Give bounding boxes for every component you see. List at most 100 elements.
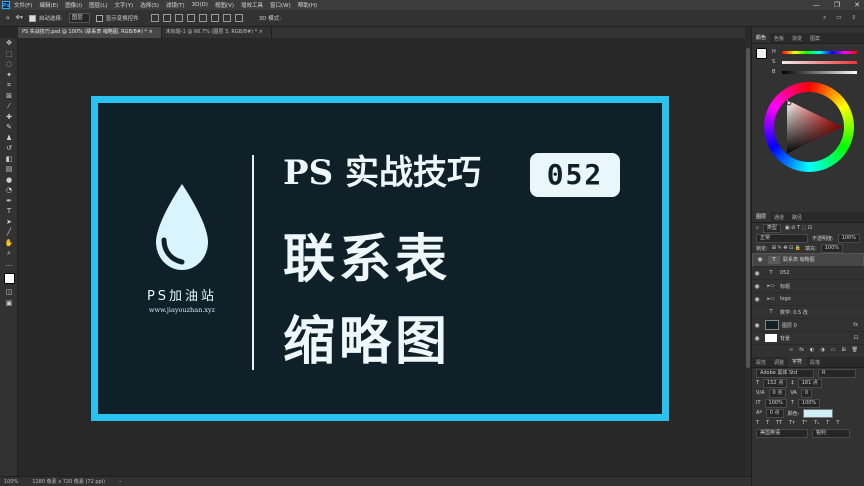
more-tools-icon[interactable]: … xyxy=(0,259,18,270)
restore-button[interactable]: ❐ xyxy=(834,1,840,9)
history-brush-tool-icon[interactable]: ↺ xyxy=(0,143,18,154)
small-caps-icon[interactable]: Tт xyxy=(789,420,795,426)
marquee-tool-icon[interactable]: ⬚ xyxy=(0,49,18,60)
menu-edit[interactable]: 编辑(E) xyxy=(39,1,58,9)
menu-type[interactable]: 文字(Y) xyxy=(115,1,134,9)
delete-icon[interactable]: 🗑 xyxy=(852,347,858,353)
status-arrow-icon[interactable]: › xyxy=(119,479,121,485)
type-tool-icon[interactable]: T xyxy=(0,206,18,217)
layer-filter-dropdown[interactable]: 类型 xyxy=(762,223,781,233)
tab-close-icon[interactable]: × xyxy=(149,29,153,35)
brush-tool-icon[interactable]: ✎ xyxy=(0,122,18,133)
tab-gradient[interactable]: 渐变 xyxy=(788,35,806,42)
move-tool-icon[interactable]: ✥ xyxy=(0,38,18,49)
close-button[interactable]: ✕ xyxy=(854,1,860,9)
eraser-tool-icon[interactable]: ◧ xyxy=(0,154,18,165)
align-top-icon[interactable] xyxy=(186,14,195,22)
kerning-input[interactable]: 0 点 xyxy=(768,388,787,398)
font-family-dropdown[interactable]: Adobe 黑体 Std xyxy=(756,368,814,378)
pen-tool-icon[interactable]: ✒ xyxy=(0,196,18,207)
tab-untitled-1[interactable]: 未标题-1 @ 66.7% (图层 3, RGB/8#) * × xyxy=(162,27,272,38)
baseline-input[interactable]: 0 点 xyxy=(765,408,784,418)
show-transform-check-icon[interactable] xyxy=(95,14,103,22)
fx-icon[interactable]: fx xyxy=(853,322,858,328)
fx-add-icon[interactable]: fx xyxy=(799,347,804,353)
font-style-dropdown[interactable]: R xyxy=(818,368,856,378)
new-layer-icon[interactable]: ⊞ xyxy=(841,347,845,353)
layer-row[interactable]: ◉ ▸▭ 标题 xyxy=(752,280,864,293)
workspace-icon[interactable]: ▭ xyxy=(836,15,841,21)
align-left-icon[interactable] xyxy=(150,14,159,22)
align-right-icon[interactable] xyxy=(174,14,183,22)
eye-icon[interactable]: ◉ xyxy=(752,296,762,303)
horizontal-scale-input[interactable]: 100% xyxy=(797,398,821,408)
opacity-input[interactable]: 100% xyxy=(837,233,860,243)
foreground-color-swatch[interactable] xyxy=(756,48,767,59)
mask-icon[interactable]: ◐ xyxy=(810,347,814,353)
link-icon[interactable]: ∞ xyxy=(789,347,793,353)
filter-icons[interactable]: ▣ ⊘ T ⬚ ⊡ xyxy=(785,225,812,231)
tab-close-icon[interactable]: × xyxy=(259,29,263,35)
path-select-tool-icon[interactable]: ➤ xyxy=(0,217,18,228)
align-bottom-icon[interactable] xyxy=(210,14,219,22)
artwork-frame[interactable]: PS加油站 www.jiayouzhan.xyz PS 实战技巧 052 联系表… xyxy=(91,96,669,421)
layer-row[interactable]: ◉ ▸▭ logo xyxy=(752,293,864,306)
menu-layer[interactable]: 图层(L) xyxy=(89,1,107,9)
minimize-button[interactable]: — xyxy=(813,1,820,9)
tab-properties[interactable]: 属性 xyxy=(752,359,770,366)
search-icon[interactable]: ⌕ xyxy=(823,15,826,22)
lock-icons[interactable]: ⊞ ✎ ✥ ⊡ 🔒 xyxy=(772,245,801,251)
saturation-slider[interactable]: S0 xyxy=(772,58,864,66)
tab-ps-practical[interactable]: PS 实战技巧.psd @ 100% (联系表 缩略图, RGB/8#) * × xyxy=(18,27,162,38)
fill-input[interactable]: 100% xyxy=(820,243,844,253)
eye-icon[interactable]: ◉ xyxy=(752,283,762,290)
tab-pattern[interactable]: 图案 xyxy=(806,35,824,42)
home-icon[interactable]: ⌂ xyxy=(6,15,10,21)
tab-color[interactable]: 颜色 xyxy=(752,33,771,43)
magic-wand-tool-icon[interactable]: ✦ xyxy=(0,70,18,81)
lasso-tool-icon[interactable]: ◌ xyxy=(0,59,18,70)
zoom-level[interactable]: 100% xyxy=(4,479,18,485)
shape-tool-icon[interactable]: ╱ xyxy=(0,227,18,238)
screen-mode-icon[interactable]: ▣ xyxy=(0,298,18,309)
distribute-icon[interactable] xyxy=(222,14,231,22)
all-caps-icon[interactable]: TT xyxy=(776,420,782,426)
blend-mode-dropdown[interactable]: 正常 xyxy=(756,233,808,243)
quickmask-icon[interactable]: ◫ xyxy=(0,287,18,298)
faux-bold-icon[interactable]: T xyxy=(756,420,759,426)
font-size-input[interactable]: 152 点 xyxy=(763,378,788,388)
move-tool-icon[interactable]: ✥▾ xyxy=(16,15,23,21)
text-color-swatch[interactable] xyxy=(803,408,834,418)
color-wheel[interactable] xyxy=(752,78,864,192)
underline-icon[interactable]: T xyxy=(826,420,829,426)
healing-tool-icon[interactable]: ✚ xyxy=(0,112,18,123)
faux-italic-icon[interactable]: T xyxy=(766,420,769,426)
menu-plugins[interactable]: 增效工具 xyxy=(241,1,263,9)
eye-icon[interactable]: ◉ xyxy=(752,335,762,342)
layer-row[interactable]: ◉ T 052 xyxy=(752,267,864,280)
zoom-tool-icon[interactable]: ⌕ xyxy=(0,248,18,259)
more-options-icon[interactable] xyxy=(234,14,243,22)
group-icon[interactable]: ▭ xyxy=(831,347,836,353)
show-transform-checkbox[interactable]: 显示变换控件 xyxy=(95,14,139,22)
adjustment-icon[interactable]: ◑ xyxy=(820,347,824,353)
tab-channels[interactable]: 通道 xyxy=(770,214,788,221)
gradient-tool-icon[interactable]: ▤ xyxy=(0,164,18,175)
layer-row[interactable]: ◉ T 联系表 缩略图 xyxy=(752,253,864,267)
eye-icon[interactable]: ◉ xyxy=(752,322,762,329)
tracking-input[interactable]: 0 xyxy=(800,388,813,398)
menu-view[interactable]: 视图(V) xyxy=(215,1,234,9)
menu-help[interactable]: 帮助(H) xyxy=(298,1,317,9)
tab-adjustments[interactable]: 调整 xyxy=(770,359,788,366)
tab-swatches[interactable]: 色板 xyxy=(770,35,788,42)
antialias-dropdown[interactable]: 锐利 xyxy=(812,428,850,438)
layer-row[interactable]: T 数学: 0.5 改 xyxy=(752,306,864,319)
scrollbar-thumb[interactable] xyxy=(746,48,750,368)
menu-select[interactable]: 选择(S) xyxy=(140,1,159,9)
blur-tool-icon[interactable]: ● xyxy=(0,175,18,186)
menu-window[interactable]: 窗口(W) xyxy=(270,1,291,9)
eye-icon[interactable]: ◉ xyxy=(755,256,765,264)
stamp-tool-icon[interactable]: ♟ xyxy=(0,133,18,144)
align-buttons[interactable] xyxy=(150,14,243,22)
leading-input[interactable]: 181 点 xyxy=(797,378,822,388)
